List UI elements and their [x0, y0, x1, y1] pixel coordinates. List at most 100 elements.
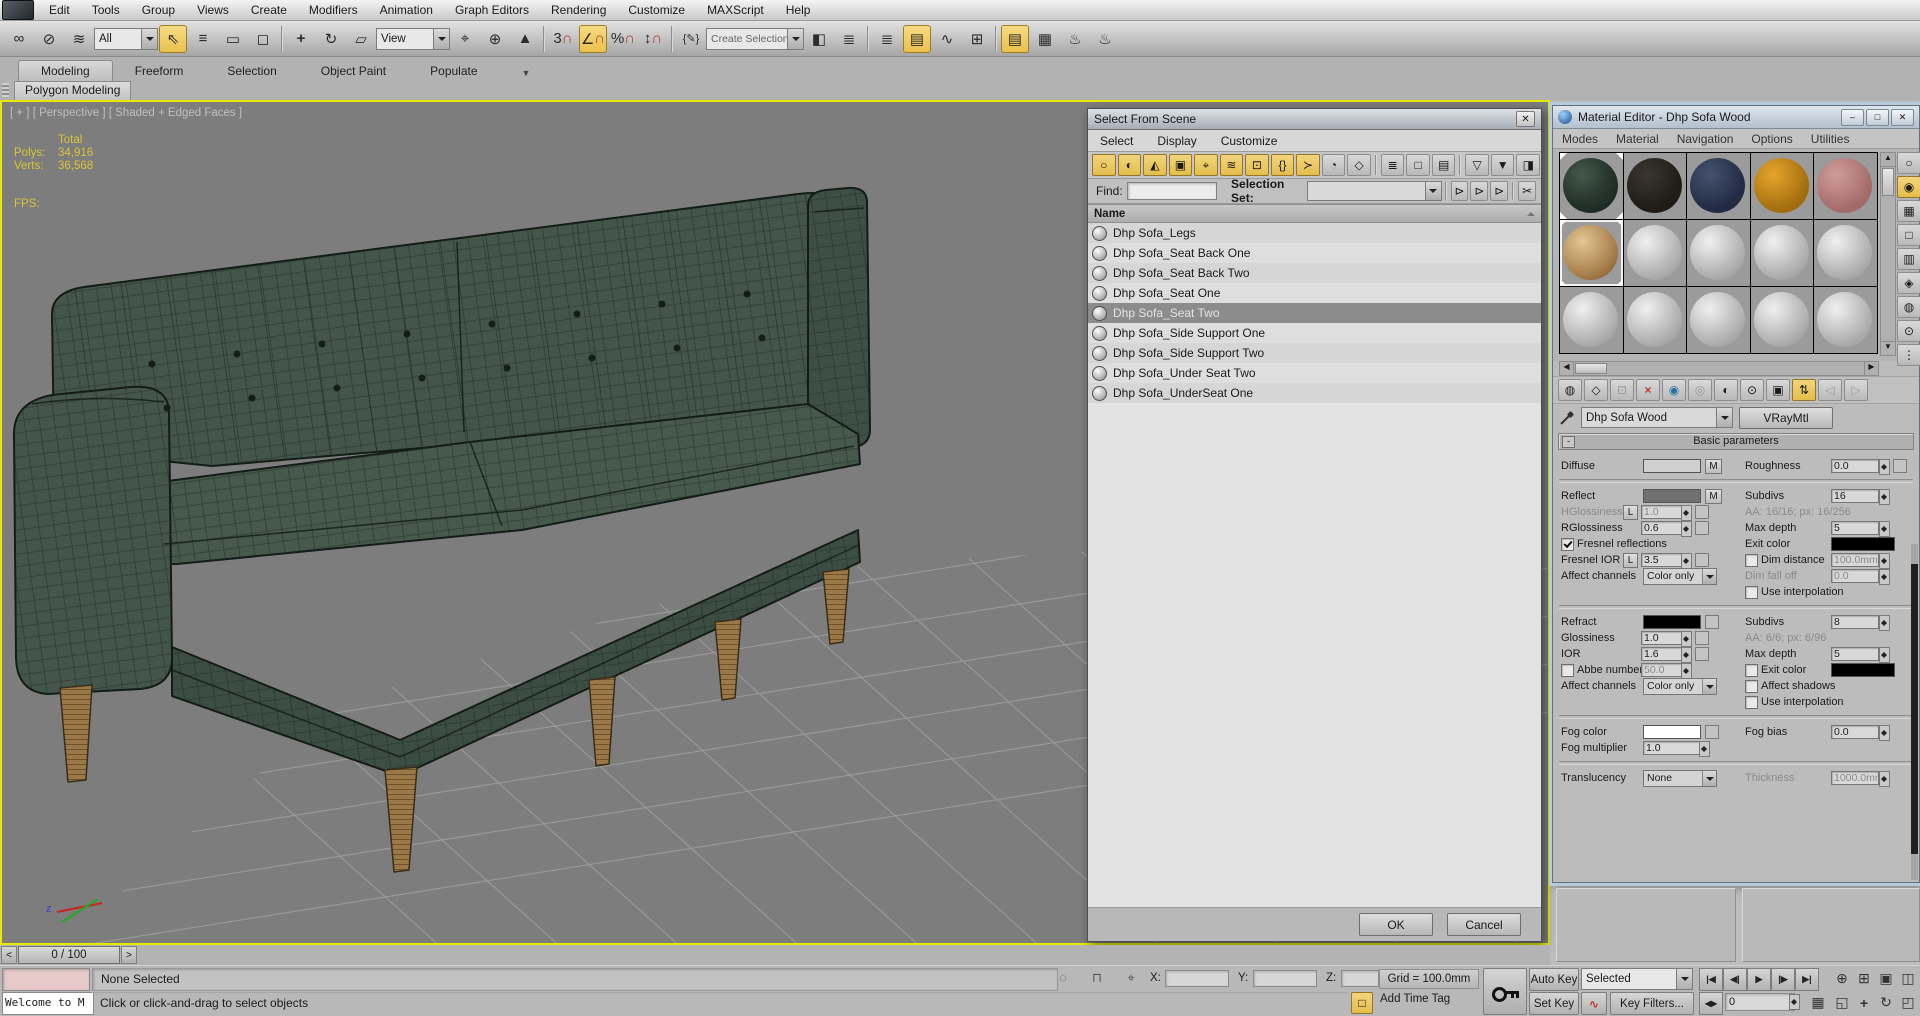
tab-populate[interactable]: Populate — [408, 61, 499, 81]
go-forward-sibling-icon[interactable]: ▷ — [1844, 379, 1868, 401]
filter-frozen-icon[interactable]: ◇ — [1347, 154, 1371, 176]
material-slot-navy[interactable] — [1687, 153, 1750, 219]
copy-set-icon[interactable]: ⊳ — [1450, 181, 1469, 201]
glossiness-field[interactable]: 1.0 — [1641, 631, 1683, 645]
select-object-button[interactable]: ⇖ — [159, 24, 187, 53]
list-item[interactable]: Dhp Sofa_Seat One — [1088, 283, 1541, 303]
max-depth-spinner[interactable] — [1879, 521, 1890, 537]
cancel-button[interactable]: Cancel — [1447, 913, 1521, 936]
material-slot-default[interactable] — [1623, 220, 1687, 286]
ribbon-overflow-icon[interactable]: ▼ — [500, 65, 553, 81]
menu-group[interactable]: Group — [131, 1, 186, 19]
fresnel-ior-spinner[interactable] — [1681, 553, 1692, 569]
fog-multiplier-field[interactable]: 1.0 — [1643, 741, 1701, 755]
me-menu-utilities[interactable]: Utilities — [1802, 131, 1859, 147]
fresnel-ior-map-slot[interactable] — [1695, 553, 1709, 567]
roughness-spinner[interactable] — [1879, 459, 1890, 475]
basic-parameters-rollout[interactable]: - Basic parameters — [1558, 433, 1914, 450]
viewport-label[interactable]: [ + ] [ Perspective ] [ Shaded + Edged F… — [10, 107, 242, 119]
isometric-view-icon[interactable]: □ — [1351, 992, 1373, 1014]
keyboard-override-button[interactable]: ▲ — [511, 25, 539, 53]
filter-groups-icon[interactable]: ⊡ — [1245, 154, 1269, 176]
menu-customize[interactable]: Customize — [617, 1, 696, 19]
filter-spacewarps-icon[interactable]: ≋ — [1219, 154, 1244, 176]
material-slot-black[interactable] — [1623, 153, 1687, 219]
curve-editor-button[interactable]: ∿ — [933, 25, 961, 53]
collapse-icon[interactable]: - — [1562, 436, 1575, 448]
sample-slots-horizontal-scrollbar[interactable]: ◀ ▶ — [1559, 361, 1879, 376]
frame-back-arrow[interactable]: < — [1, 946, 17, 964]
refract-subdivs-field[interactable]: 8 — [1831, 615, 1879, 629]
tab-object-paint[interactable]: Object Paint — [299, 61, 408, 81]
close-icon[interactable]: ✕ — [1891, 108, 1914, 126]
edit-named-selection-sets-button[interactable]: {✎} — [677, 25, 705, 53]
auto-key-button[interactable]: Auto Key — [1529, 968, 1579, 991]
reset-material-icon[interactable]: × — [1636, 379, 1660, 401]
roughness-map-slot[interactable] — [1893, 459, 1907, 473]
options-icon[interactable]: ◍ — [1897, 296, 1920, 318]
ior-map-slot[interactable] — [1695, 647, 1709, 661]
menu-edit[interactable]: Edit — [38, 1, 81, 19]
reflect-use-interpolation-checkbox[interactable] — [1745, 586, 1758, 599]
zoom-all-icon[interactable]: ⊞ — [1854, 968, 1874, 989]
name-column-header[interactable]: Name — [1088, 204, 1541, 223]
app-logo-icon[interactable] — [2, 0, 34, 20]
me-menu-modes[interactable]: Modes — [1553, 131, 1607, 147]
diffuse-color-swatch[interactable] — [1643, 459, 1701, 473]
video-color-check-icon[interactable]: ▥ — [1897, 248, 1920, 270]
sample-type-icon[interactable]: ○ — [1897, 152, 1920, 174]
select-and-rotate-button[interactable]: ↻ — [317, 25, 345, 53]
hglossiness-map-slot[interactable] — [1695, 505, 1709, 519]
sfs-menu-select[interactable]: Select — [1088, 132, 1145, 150]
named-selection-set-dropdown[interactable]: Create Selection Se — [706, 27, 804, 50]
zoom-extents-icon[interactable]: ▣ — [1876, 968, 1896, 989]
glossiness-map-slot[interactable] — [1695, 631, 1709, 645]
affect-channels-dropdown[interactable]: Color only — [1643, 568, 1717, 585]
show-end-result-icon[interactable]: ▣ — [1766, 379, 1790, 401]
time-slider-thumb[interactable]: 0 / 100 — [18, 946, 120, 964]
make-unique-icon[interactable]: ◉ — [1662, 379, 1686, 401]
tab-freeform[interactable]: Freeform — [113, 61, 206, 81]
material-slot-default[interactable] — [1750, 287, 1814, 353]
sfs-title-bar[interactable]: Select From Scene ✕ — [1088, 109, 1541, 130]
window-crossing-button[interactable]: ◻ — [249, 25, 277, 53]
material-slot-default[interactable] — [1560, 287, 1623, 353]
filter-funnel-select-icon[interactable]: ▼ — [1490, 154, 1515, 176]
material-slot-default[interactable] — [1750, 220, 1814, 286]
abbe-number-checkbox[interactable] — [1561, 664, 1574, 677]
roughness-field[interactable]: 0.0 — [1831, 459, 1879, 473]
list-item[interactable]: Dhp Sofa_Seat Back Two — [1088, 263, 1541, 283]
ior-spinner[interactable] — [1681, 647, 1692, 663]
material-slot-default[interactable] — [1814, 287, 1877, 353]
me-title-bar[interactable]: Material Editor - Dhp Sofa Wood – □ ✕ — [1553, 106, 1919, 129]
list-item[interactable]: Dhp Sofa_Side Support Two — [1088, 343, 1541, 363]
fog-bias-field[interactable]: 0.0 — [1831, 725, 1879, 739]
refract-exit-color-checkbox[interactable] — [1745, 664, 1758, 677]
find-case-icon[interactable]: ✂ — [1518, 181, 1537, 201]
put-material-icon[interactable]: ◇ — [1584, 379, 1608, 401]
schematic-view-button[interactable]: ⊞ — [963, 25, 991, 53]
thickness-field[interactable]: 1000.0mm — [1831, 771, 1879, 785]
selection-set-dropdown[interactable] — [1307, 181, 1442, 201]
maximize-viewport-icon[interactable]: ◰ — [1898, 992, 1918, 1013]
minimize-icon[interactable]: – — [1841, 108, 1864, 126]
abbe-number-field[interactable]: 50.0 — [1641, 663, 1683, 677]
angle-snap-button[interactable]: ∠ ∩ — [579, 24, 607, 53]
select-by-name-button[interactable]: ≡ — [189, 25, 217, 53]
zoom-icon[interactable]: ⊕ — [1832, 968, 1852, 989]
select-and-move-button[interactable]: + — [287, 25, 315, 53]
get-material-icon[interactable]: ◍ — [1558, 379, 1582, 401]
material-slot-green[interactable] — [1560, 153, 1623, 219]
sfs-menu-display[interactable]: Display — [1145, 132, 1208, 150]
tab-modeling[interactable]: Modeling — [18, 60, 113, 81]
absolute-mode-icon[interactable]: ⌖ — [1120, 970, 1142, 988]
go-to-start-icon[interactable]: |◀ — [1699, 968, 1723, 991]
filter-shapes-icon[interactable]: ◐ — [1117, 154, 1142, 176]
menu-help[interactable]: Help — [775, 1, 822, 19]
translucency-dropdown[interactable]: None — [1643, 770, 1717, 787]
rglossiness-field[interactable]: 0.6 — [1641, 521, 1683, 535]
default-in-out-tangent-icon[interactable]: ∿ — [1581, 992, 1607, 1015]
material-slot-rose[interactable] — [1814, 153, 1877, 219]
me-menu-options[interactable]: Options — [1742, 131, 1801, 147]
refract-subdivs-spinner[interactable] — [1879, 615, 1890, 631]
